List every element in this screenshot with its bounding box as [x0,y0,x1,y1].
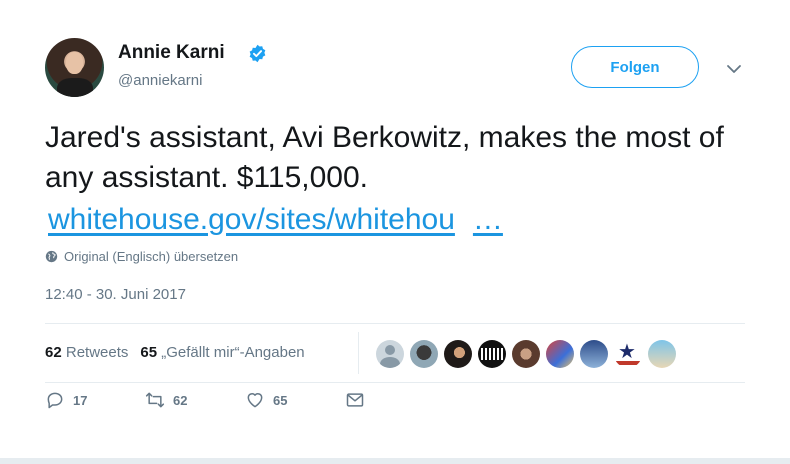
like-count: 65 [273,392,288,408]
tweet-text: Jared's assistant, Avi Berkowitz, makes … [45,121,724,194]
direct-message-button[interactable] [345,390,365,410]
divider [45,323,745,324]
tweet-stats: 62 Retweets 65 „Gefällt mir“-Angaben [45,344,305,361]
liker-avatar[interactable]: ★ [614,340,642,368]
liker-avatar[interactable] [648,340,676,368]
follow-button[interactable]: Folgen [571,46,699,88]
bottom-divider [0,458,790,464]
author-avatar[interactable] [45,38,104,97]
liker-avatars: ★ [376,340,676,368]
reply-count: 17 [73,392,88,408]
likes-label: „Gefällt mir“-Angaben [161,344,305,361]
avatar-face [66,52,83,74]
heart-icon [247,393,263,408]
envelope-icon [346,393,364,407]
translate-link[interactable]: Original (Englisch) übersetzen [45,249,238,264]
reply-button[interactable]: 17 [45,390,87,410]
liker-avatar[interactable] [580,340,608,368]
author-handle[interactable]: @anniekarni [118,72,202,89]
tweet-link-row: whitehouse.gov/sites/whitehou … [48,200,503,240]
stats-separator [358,332,359,374]
likes-stat[interactable]: 65 „Gefällt mir“-Angaben [140,344,304,361]
like-button[interactable]: 65 [245,390,287,410]
tweet-link-ellipsis[interactable]: … [473,203,503,236]
liker-avatar[interactable] [410,340,438,368]
globe-icon [45,250,58,263]
chevron-down-icon[interactable] [726,64,742,74]
retweets-stat[interactable]: 62 Retweets [45,344,128,361]
retweet-count: 62 [173,392,188,408]
reply-icon [47,392,63,409]
author-name[interactable]: Annie Karni [118,42,225,64]
avatar-body [57,78,93,97]
liker-avatar[interactable] [478,340,506,368]
liker-avatar[interactable] [376,340,404,368]
retweet-button[interactable]: 62 [145,390,187,410]
liker-avatar[interactable] [546,340,574,368]
likes-count: 65 [140,344,158,361]
verified-badge-icon [249,44,266,63]
tweet-card: Annie Karni @anniekarni Folgen Jared's a… [0,0,790,464]
liker-avatar[interactable] [512,340,540,368]
translate-label: Original (Englisch) übersetzen [64,249,239,264]
retweet-icon [145,392,165,408]
divider [45,382,745,383]
tweet-link[interactable]: whitehouse.gov/sites/whitehou [48,203,455,236]
retweets-count: 62 [45,344,62,361]
liker-avatar[interactable] [444,340,472,368]
tweet-timestamp[interactable]: 12:40 - 30. Juni 2017 [45,286,186,303]
retweets-label: Retweets [65,344,129,361]
